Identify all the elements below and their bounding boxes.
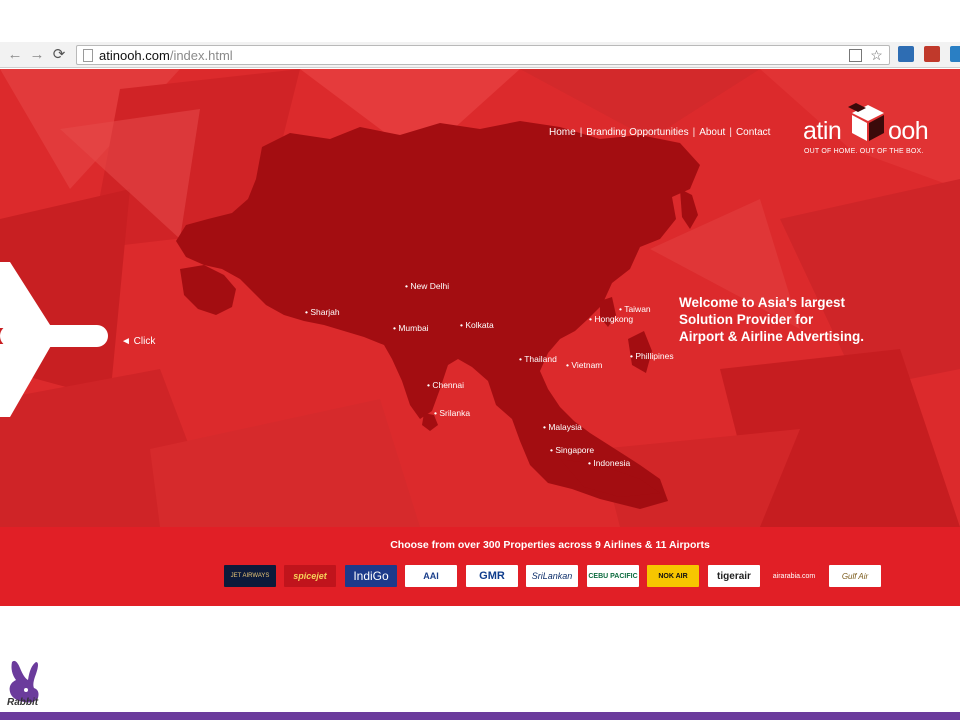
click-label[interactable]: ◄ Click [121, 336, 155, 347]
airline-logo-tigerair[interactable]: tigerair [708, 565, 760, 587]
nav-separator: | [692, 127, 696, 138]
airline-logo-gmr[interactable]: GMR [466, 565, 518, 587]
page-action-icon[interactable] [849, 49, 862, 62]
url-text: atinooh.com/index.html [99, 48, 233, 63]
welcome-line: Airport & Airline Advertising. [679, 329, 865, 344]
airline-logo-aai[interactable]: AAI [405, 565, 457, 587]
logo-text-right: ooh [888, 117, 929, 145]
airline-logo-indigo[interactable]: IndiGo [345, 565, 397, 587]
website-viewport: Home | Branding Opportunities | About | Contac… [0, 69, 960, 606]
city-label[interactable]: • Srilanka [434, 408, 470, 418]
page-icon [83, 49, 93, 62]
welcome-heading: Welcome to Asia's largest Solution Provi… [679, 294, 929, 345]
atinooh-logo[interactable]: atin ooh OUT OF HOME. OUT OF THE BOX. [803, 103, 938, 159]
welcome-line: Solution Provider for [679, 312, 814, 327]
city-label[interactable]: • Kolkata [460, 320, 494, 330]
extension-x-icon[interactable] [950, 46, 960, 62]
airline-logo-nok-air[interactable]: NOK AIR [647, 565, 699, 587]
bookmark-star-icon[interactable]: ☆ [869, 48, 884, 63]
nav-separator: | [579, 127, 583, 138]
logo-tagline: OUT OF HOME. OUT OF THE BOX. [804, 148, 924, 155]
browser-toolbar: ← → ⟳ atinooh.com/index.html ☆ [0, 42, 960, 68]
logo-text-left: atin [803, 117, 842, 145]
airline-logo-jet-airways[interactable]: JET AIRWAYS [224, 565, 276, 587]
nav-branding-link[interactable]: Branding Opportunities [586, 127, 688, 138]
footer-bar [0, 712, 960, 720]
city-label[interactable]: • Hongkong [589, 314, 633, 324]
airline-logo-cebu-pacific[interactable]: CEBU PACIFIC [587, 565, 639, 587]
airplane-icon[interactable] [0, 262, 112, 417]
forward-icon[interactable]: → [28, 46, 46, 64]
nav-contact-link[interactable]: Contact [736, 127, 770, 138]
city-label[interactable]: • Malaysia [543, 422, 582, 432]
address-bar[interactable]: atinooh.com/index.html ☆ [76, 45, 890, 65]
city-label[interactable]: • Phillipines [630, 351, 674, 361]
welcome-line: Welcome to Asia's largest [679, 295, 846, 310]
rabbit-label: Rabbit [7, 697, 39, 708]
properties-tagline: Choose from over 300 Properties across 9… [390, 539, 710, 551]
city-label[interactable]: • Sharjah [305, 307, 340, 317]
airline-logo-airarabia[interactable]: airarabia.com [768, 565, 820, 587]
city-label[interactable]: • Thailand [519, 354, 557, 364]
airline-logo-spicejet[interactable]: spicejet [284, 565, 336, 587]
city-label[interactable]: • Mumbai [393, 323, 429, 333]
main-nav: Home | Branding Opportunities | About | Contac… [549, 127, 770, 138]
extension-monitor-icon[interactable] [898, 46, 914, 62]
nav-separator: | [729, 127, 732, 138]
airline-band: Choose from over 300 Properties across 9… [0, 527, 960, 606]
extension-book-icon[interactable] [924, 46, 940, 62]
airline-logo-srilankan[interactable]: SriLankan [526, 565, 578, 587]
city-label[interactable]: • Vietnam [566, 360, 602, 370]
city-label[interactable]: • Chennai [427, 380, 464, 390]
city-label[interactable]: • Taiwan [619, 304, 651, 314]
city-label[interactable]: • Singapore [550, 445, 594, 455]
city-label[interactable]: • Indonesia [588, 458, 630, 468]
back-icon[interactable]: ← [6, 46, 24, 64]
nav-home-link[interactable]: Home [549, 127, 576, 138]
city-label[interactable]: • New Delhi [405, 281, 449, 291]
nav-about-link[interactable]: About [699, 127, 725, 138]
reload-icon[interactable]: ⟳ [50, 46, 68, 64]
airline-logo-gulf-air[interactable]: Gulf Air [829, 565, 881, 587]
logo-cube-icon [848, 103, 884, 141]
